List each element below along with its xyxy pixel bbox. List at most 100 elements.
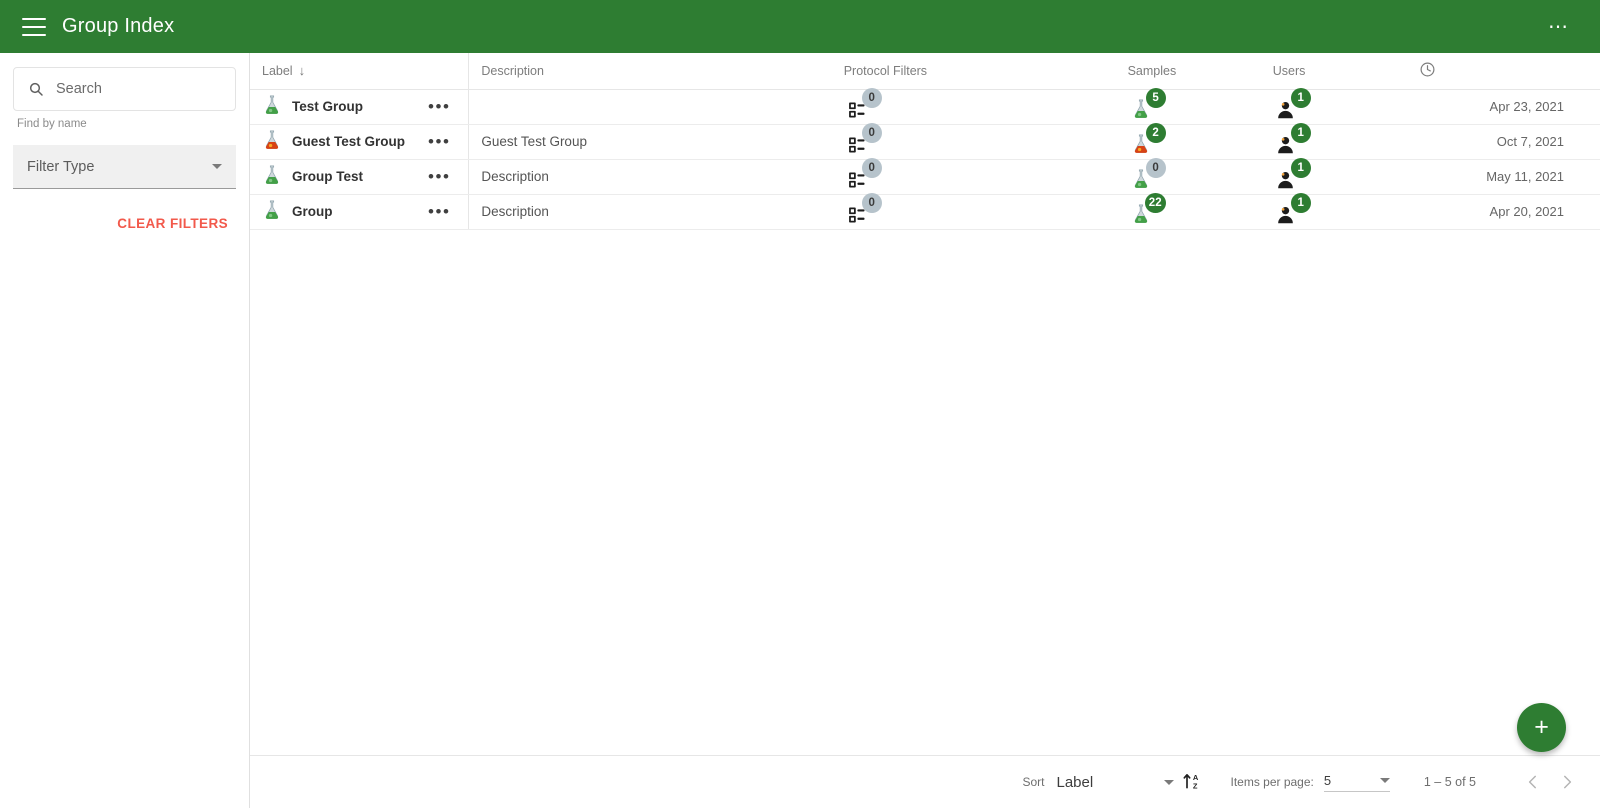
flask-green-icon (262, 94, 282, 119)
samples-badge[interactable]: 2 (1128, 123, 1166, 155)
table-row[interactable]: Group ••• Description 0 22 1 Apr 20, 2021 (250, 193, 1600, 230)
group-label-text: Group Test (292, 169, 364, 184)
date-text: Oct 7, 2021 (1496, 134, 1564, 149)
count-badge: 1 (1290, 88, 1311, 108)
count-badge: 1 (1290, 158, 1311, 178)
chevron-down-icon (1379, 777, 1390, 783)
flask-green-icon (262, 164, 282, 189)
users-badge[interactable]: 1 (1273, 193, 1311, 225)
cell-description: Guest Test Group (468, 124, 808, 160)
main-content: Label ↓ Description Protocol Filters Sam… (250, 53, 1600, 808)
table-head: Label ↓ Description Protocol Filters Sam… (250, 53, 1600, 90)
cell-samples[interactable]: 22 (1099, 193, 1251, 230)
group-label-text: Guest Test Group (292, 134, 406, 149)
cell-protocol-filters[interactable]: 0 (807, 88, 1100, 125)
table-row[interactable]: Guest Test Group ••• Guest Test Group 0 2 1 Oc… (250, 123, 1600, 160)
cell-users[interactable]: 1 (1250, 88, 1397, 125)
cell-date: Oct 7, 2021 (1396, 124, 1600, 160)
more-horizontal-icon[interactable]: ⋯ (1540, 11, 1578, 43)
column-header-date[interactable] (1396, 53, 1600, 90)
clear-filters-row: CLEAR FILTERS (13, 215, 236, 233)
description-text: Description (481, 169, 549, 184)
table-row[interactable]: Group Test ••• Description 0 0 1 May 11, 2021 (250, 158, 1600, 195)
group-label-text: Group (292, 204, 333, 219)
samples-badge[interactable]: 0 (1128, 158, 1166, 190)
chevron-right-icon[interactable] (1550, 765, 1584, 799)
cell-samples[interactable]: 0 (1099, 158, 1251, 195)
sort-field-value: Label (1056, 773, 1094, 791)
column-header-samples[interactable]: Samples (1099, 53, 1251, 90)
items-per-page-label: Items per page: (1230, 775, 1314, 789)
samples-badge[interactable]: 22 (1128, 193, 1166, 225)
add-group-fab[interactable]: + (1517, 703, 1566, 752)
samples-badge[interactable]: 5 (1128, 88, 1166, 120)
date-text: May 11, 2021 (1486, 169, 1564, 184)
cell-samples[interactable]: 2 (1099, 123, 1251, 160)
sort-az-icon[interactable]: A Z (1180, 769, 1204, 796)
cell-users[interactable]: 1 (1250, 193, 1397, 230)
search-box[interactable] (13, 67, 245, 111)
count-badge: 0 (861, 123, 882, 143)
filter-sidebar: Find by name Filter Type CLEAR FILTERS (0, 53, 250, 808)
row-menu-button[interactable]: ••• (424, 98, 454, 115)
description-text: Guest Test Group (481, 134, 587, 149)
count-badge: 0 (861, 88, 882, 108)
table-body: Test Group ••• 0 5 1 Apr 23, 2021 Guest Test G… (250, 88, 1600, 230)
cell-label[interactable]: Group Test ••• (250, 159, 470, 195)
protocol-filters-badge[interactable]: 0 (844, 158, 882, 190)
protocol-filters-badge[interactable]: 0 (844, 123, 882, 155)
cell-protocol-filters[interactable]: 0 (807, 158, 1100, 195)
count-badge: 22 (1144, 193, 1166, 213)
cell-protocol-filters[interactable]: 0 (807, 193, 1100, 230)
cell-users[interactable]: 1 (1250, 158, 1397, 195)
count-badge: 1 (1290, 193, 1311, 213)
cell-date: Apr 23, 2021 (1396, 89, 1600, 125)
row-menu-button[interactable]: ••• (424, 168, 454, 185)
protocol-filters-badge[interactable]: 0 (844, 193, 882, 225)
table-header-row: Label ↓ Description Protocol Filters Sam… (250, 53, 1600, 90)
sort-arrow-icon: ↓ (298, 63, 306, 79)
users-badge[interactable]: 1 (1273, 88, 1311, 120)
count-badge: 0 (1145, 158, 1166, 178)
protocol-filters-badge[interactable]: 0 (844, 88, 882, 120)
cell-label[interactable]: Test Group ••• (250, 89, 470, 125)
body-wrapper: Find by name Filter Type CLEAR FILTERS L… (0, 53, 1600, 808)
cell-samples[interactable]: 5 (1099, 88, 1251, 125)
column-header-description[interactable]: Description (468, 53, 808, 90)
table-row[interactable]: Test Group ••• 0 5 1 Apr 23, 2021 (250, 88, 1600, 125)
users-badge[interactable]: 1 (1273, 123, 1311, 155)
group-label-text: Test Group (292, 99, 364, 114)
count-badge: 0 (861, 158, 882, 178)
svg-text:Z: Z (1193, 781, 1198, 790)
cell-label[interactable]: Guest Test Group ••• (250, 124, 470, 160)
sort-field-select[interactable]: Label (1056, 773, 1175, 791)
filter-type-label: Filter Type (27, 158, 95, 175)
clear-filters-button[interactable]: CLEAR FILTERS (117, 216, 228, 231)
filter-type-select[interactable]: Filter Type (13, 145, 236, 189)
cell-date: Apr 20, 2021 (1396, 194, 1600, 230)
row-menu-button[interactable]: ••• (424, 203, 454, 220)
cell-users[interactable]: 1 (1250, 123, 1397, 160)
description-text: Description (481, 204, 549, 219)
count-badge: 2 (1145, 123, 1166, 143)
users-badge[interactable]: 1 (1273, 158, 1311, 190)
table-area: Label ↓ Description Protocol Filters Sam… (250, 53, 1600, 755)
chevron-down-icon (1164, 779, 1175, 785)
cell-protocol-filters[interactable]: 0 (807, 123, 1100, 160)
column-header-users[interactable]: Users (1250, 53, 1397, 90)
cell-date: May 11, 2021 (1396, 159, 1600, 195)
row-menu-button[interactable]: ••• (424, 133, 454, 150)
search-input[interactable] (54, 80, 245, 98)
cell-label[interactable]: Group ••• (250, 194, 470, 230)
chevron-left-icon[interactable] (1516, 765, 1550, 799)
flask-green-icon (262, 199, 282, 224)
items-per-page-select[interactable]: 5 (1323, 773, 1390, 792)
hamburger-icon[interactable] (22, 17, 46, 36)
table-footer: Sort Label A Z Items per page: 5 1 – 5 o… (250, 755, 1600, 808)
column-header-protocol-filters[interactable]: Protocol Filters (807, 53, 1100, 90)
count-badge: 5 (1145, 88, 1166, 108)
flask-red-icon (262, 129, 282, 154)
page-title: Group Index (62, 15, 175, 37)
app-bar: Group Index ⋯ (0, 0, 1600, 53)
column-header-label[interactable]: Label ↓ (250, 53, 470, 90)
